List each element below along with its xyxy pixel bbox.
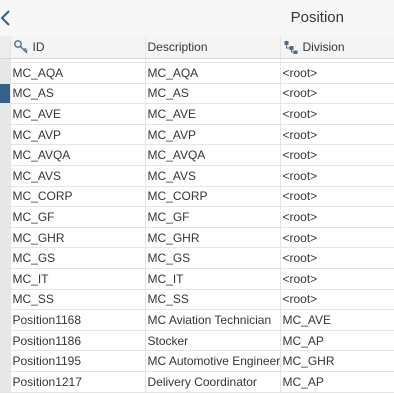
cell-division: MC_AP [280, 330, 394, 352]
row-selector[interactable] [0, 371, 11, 393]
cell-id: MC_SS [10, 289, 146, 311]
cell-division: MC_AP [280, 371, 394, 393]
column-header-division[interactable]: Division [280, 36, 394, 59]
cell-id: MC_AQA [10, 62, 146, 84]
table-row[interactable]: MC_AQA MC_AQA <root> [0, 62, 394, 84]
cell-id: Position1186 [10, 330, 146, 352]
cell-description: MC_IT [145, 268, 281, 290]
table-row[interactable]: MC_GHR MC_GHR <root> [0, 227, 394, 249]
table-row[interactable]: MC_CORP MC_CORP <root> [0, 186, 394, 208]
cell-description: MC_GS [145, 247, 281, 269]
table-row[interactable]: MC_AVE MC_AVE <root> [0, 103, 394, 125]
row-selector[interactable] [0, 124, 11, 146]
back-button[interactable] [0, 6, 18, 30]
column-header-id[interactable]: ID [10, 36, 146, 59]
cell-id: MC_GS [10, 247, 146, 269]
table-row[interactable]: MC_IT MC_IT <root> [0, 268, 394, 290]
cell-id: MC_AVE [10, 103, 146, 125]
cell-id: Position1168 [10, 309, 146, 331]
chevron-left-icon [0, 6, 18, 30]
row-selector[interactable] [0, 83, 11, 105]
row-selector[interactable] [0, 330, 11, 352]
cell-division: <root> [280, 186, 394, 208]
table-header-row: ID Description Division [0, 36, 394, 59]
cell-division: <root> [280, 227, 394, 249]
row-selector[interactable] [0, 227, 11, 249]
cell-division: MC_GHR [280, 350, 394, 372]
table-row[interactable]: Position1195 MC Automotive Engineer MC_G… [0, 350, 394, 372]
cell-division: <root> [280, 62, 394, 84]
table-row[interactable]: Position1168 MC Aviation Technician MC_A… [0, 309, 394, 331]
cell-id: MC_AVQA [10, 144, 146, 166]
cell-id: MC_AVP [10, 124, 146, 146]
table-row[interactable]: MC_AS MC_AS <root> [0, 83, 394, 105]
cell-division: <root> [280, 206, 394, 228]
column-header-description-label: Description [147, 40, 208, 54]
hierarchy-icon [283, 39, 299, 55]
cell-id: MC_IT [10, 268, 146, 290]
cell-description: MC_AVQA [145, 144, 281, 166]
row-selector[interactable] [0, 103, 11, 125]
cell-description: MC Automotive Engineer [145, 350, 281, 372]
positions-table: ID Description Division MC_AQA MC_AQA <r… [0, 36, 394, 394]
cell-division: <root> [280, 289, 394, 311]
cell-id: MC_CORP [10, 186, 146, 208]
cell-description: MC_AVE [145, 103, 281, 125]
row-selector[interactable] [0, 247, 11, 269]
table-row[interactable]: MC_AVP MC_AVP <root> [0, 124, 394, 146]
table-row[interactable]: MC_SS MC_SS <root> [0, 289, 394, 311]
cell-description: MC_CORP [145, 186, 281, 208]
row-selector[interactable] [0, 186, 11, 208]
cell-id: MC_GF [10, 206, 146, 228]
table-row[interactable]: MC_GF MC_GF <root> [0, 206, 394, 228]
table-row[interactable]: Position1217 Delivery Coordinator MC_AP [0, 371, 394, 393]
cell-description: MC_GHR [145, 227, 281, 249]
table-row[interactable]: MC_GS MC_GS <root> [0, 247, 394, 269]
table-row[interactable]: MC_AVS MC_AVS <root> [0, 165, 394, 187]
cell-id: Position1217 [10, 371, 146, 393]
cell-division: <root> [280, 247, 394, 269]
row-selector[interactable] [0, 206, 11, 228]
cell-division: <root> [280, 124, 394, 146]
cell-id: MC_AVS [10, 165, 146, 187]
column-header-description[interactable]: Description [145, 36, 281, 59]
row-selector[interactable] [0, 144, 11, 166]
cell-description: MC_AVS [145, 165, 281, 187]
cell-id: MC_GHR [10, 227, 146, 249]
cell-division: <root> [280, 83, 394, 105]
cell-division: MC_AVE [280, 309, 394, 331]
cell-description: MC_AQA [145, 62, 281, 84]
row-selector[interactable] [0, 350, 11, 372]
page-title: Position [290, 9, 344, 26]
cell-description: MC Aviation Technician [145, 309, 281, 331]
row-selector[interactable] [0, 268, 11, 290]
column-header-division-label: Division [302, 40, 345, 54]
cell-description: Delivery Coordinator [145, 371, 281, 393]
page-header: Position [0, 0, 394, 37]
column-header-id-label: ID [32, 40, 45, 54]
table-row[interactable]: Position1186 Stocker MC_AP [0, 330, 394, 352]
table-row[interactable]: MC_AVQA MC_AVQA <root> [0, 144, 394, 166]
cell-division: <root> [280, 103, 394, 125]
cell-id: MC_AS [10, 83, 146, 105]
cell-id: Position1195 [10, 350, 146, 372]
row-selector[interactable] [0, 62, 11, 84]
cell-description: MC_GF [145, 206, 281, 228]
row-selector[interactable] [0, 165, 11, 187]
cell-description: MC_AS [145, 83, 281, 105]
key-icon [13, 39, 29, 55]
cell-description: MC_SS [145, 289, 281, 311]
cell-description: Stocker [145, 330, 281, 352]
row-selector[interactable] [0, 289, 11, 311]
cell-division: <root> [280, 144, 394, 166]
cell-description: MC_AVP [145, 124, 281, 146]
cell-division: <root> [280, 268, 394, 290]
select-all-cell[interactable] [0, 36, 11, 59]
cell-division: <root> [280, 165, 394, 187]
row-selector[interactable] [0, 309, 11, 331]
